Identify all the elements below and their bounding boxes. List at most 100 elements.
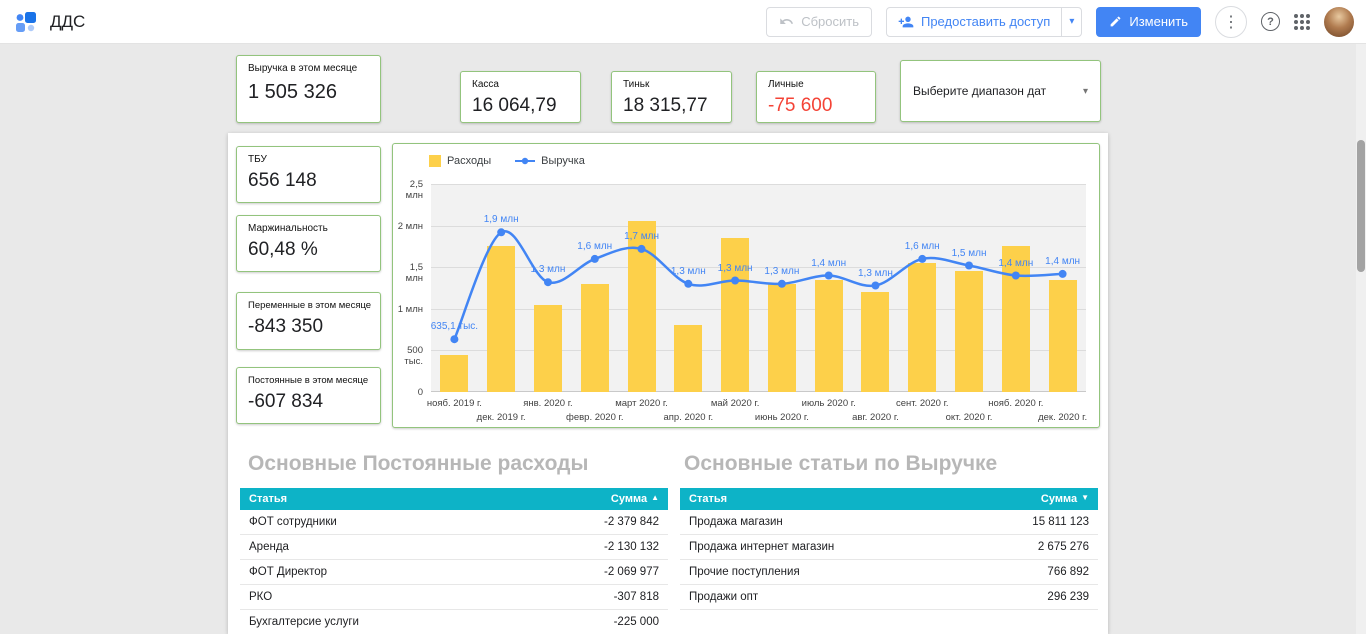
y-tick-label: 500 тыс. — [404, 345, 423, 368]
row-sum: 296 239 — [1047, 591, 1089, 603]
row-article: ФОТ Директор — [249, 566, 328, 578]
x-tick-label: май 2020 г. — [710, 398, 760, 409]
revenue-line — [450, 228, 1067, 344]
table-row: Бухгалтерсие услуги -225 000 — [240, 610, 668, 634]
edit-button[interactable]: Изменить — [1096, 6, 1201, 37]
row-article: Продажи опт — [689, 591, 759, 603]
person-add-icon — [898, 14, 914, 30]
table-row: Аренда -2 130 132 — [240, 535, 668, 560]
date-range-label: Выберите диапазон дат — [913, 84, 1047, 98]
y-tick-label: 0 — [417, 387, 423, 398]
combo-chart-card: Расходы Выручка 0 500 тыс. 1 млн 1,5 млн 2 м… — [392, 143, 1100, 428]
kpi-value: 18 315,77 — [623, 95, 708, 116]
kpi-value: -607 834 — [248, 391, 324, 412]
kpi-card-revenue-month: Выручка в этом месяце 1 505 326 — [236, 55, 381, 123]
kpi-label: Личные — [768, 79, 804, 90]
fixed-expenses-table: Статья Сумма ▲ ФОТ сотрудники -2 379 842 Ар… — [240, 488, 668, 634]
x-tick-label: нояб. 2019 г. — [426, 398, 482, 409]
scrollbar-track[interactable] — [1356, 44, 1366, 634]
line-point-label: 1,4 млн — [998, 257, 1034, 269]
table-row: Продажа интернет магазин 2 675 276 — [680, 535, 1098, 560]
y-tick-label: 2 млн — [397, 220, 423, 232]
line-swatch-icon — [515, 157, 536, 165]
column-header-sum[interactable]: Сумма ▼ — [1041, 493, 1089, 505]
line-point-label: 1,3 млн — [530, 264, 566, 276]
kpi-card-tinkoff: Тиньк 18 315,77 — [611, 71, 732, 123]
section-title-revenue-items: Основные статьи по Выручке — [684, 452, 998, 475]
x-tick-label: февр. 2020 г. — [566, 412, 624, 423]
reset-button[interactable]: Сбросить — [766, 6, 872, 37]
line-point — [450, 335, 459, 344]
table-header[interactable]: Статья Сумма ▲ — [240, 488, 668, 510]
share-dropdown-caret[interactable]: ▾ — [1061, 7, 1081, 36]
y-tick-label: 1 млн — [397, 303, 423, 315]
kpi-value: 1 505 326 — [248, 81, 337, 103]
chevron-down-icon: ▾ — [1082, 85, 1088, 97]
table-body: Продажа магазин 15 811 123 Продажа интерне… — [680, 510, 1098, 610]
line-point — [965, 261, 973, 270]
row-sum: -225 000 — [613, 616, 659, 628]
line-point-label: 1,3 млн — [857, 267, 893, 279]
line-point — [544, 278, 552, 287]
kpi-label: Выручка в этом месяце — [248, 63, 358, 74]
line-point — [918, 254, 927, 263]
kpi-label: Переменные в этом месяце — [248, 300, 372, 311]
column-header-sum[interactable]: Сумма ▲ — [611, 493, 659, 505]
scrollbar-thumb[interactable] — [1357, 140, 1365, 272]
y-axis: 0 500 тыс. 1 млн 1,5 млн 2 млн 2,5 млн — [393, 144, 427, 429]
google-apps-icon[interactable] — [1294, 13, 1310, 30]
row-article: Продажа интернет магазин — [689, 541, 835, 553]
revenue-items-table: Статья Сумма ▼ Продажа магазин 15 811 123 П… — [680, 488, 1098, 610]
column-header-article: Статья — [249, 493, 288, 505]
kpi-card-marginality: Маржинальность 60,48 % — [236, 215, 381, 272]
avatar[interactable] — [1324, 6, 1354, 37]
table-row: ФОТ сотрудники -2 379 842 — [240, 510, 668, 535]
x-tick-label: авг. 2020 г. — [852, 412, 899, 423]
row-article: Продажа магазин — [689, 516, 783, 528]
kpi-label: Тиньк — [623, 79, 650, 90]
table-row: ФОТ Директор -2 069 977 — [240, 560, 668, 585]
help-icon[interactable]: ? — [1261, 12, 1280, 31]
datastudio-logo — [14, 10, 38, 34]
y-tick-label: 2,5 млн — [405, 179, 423, 201]
line-point — [684, 279, 693, 288]
undo-icon — [779, 14, 794, 29]
share-button[interactable]: Предоставить доступ — [887, 8, 1061, 36]
legend-item-revenue: Выручка — [515, 155, 585, 167]
line-point-label: 1,5 млн — [951, 247, 987, 259]
line-point-label: 1,4 млн — [811, 257, 847, 269]
row-sum: -2 130 132 — [604, 541, 659, 553]
row-article: Бухгалтерсие услуги — [249, 616, 359, 628]
line-point-label: 1,3 млн — [717, 262, 753, 274]
pencil-icon — [1109, 15, 1122, 28]
more-options-button[interactable]: ⋮ — [1215, 5, 1247, 38]
kpi-card-variable-expenses: Переменные в этом месяце -843 350 — [236, 292, 381, 350]
kpi-label: ТБУ — [248, 154, 267, 165]
row-sum: 766 892 — [1047, 566, 1089, 578]
row-article: РКО — [249, 591, 273, 603]
x-tick-label: янв. 2020 г. — [523, 398, 573, 409]
x-tick-label: июнь 2020 г. — [754, 412, 809, 423]
table-header[interactable]: Статья Сумма ▼ — [680, 488, 1098, 510]
kpi-card-tbu: ТБУ 656 148 — [236, 146, 381, 203]
x-tick-label: апр. 2020 г. — [663, 412, 714, 423]
sort-desc-icon: ▼ — [1081, 493, 1089, 502]
line-point — [637, 244, 646, 253]
kpi-label: Маржинальность — [248, 223, 328, 234]
share-button-group: Предоставить доступ ▾ — [885, 6, 1083, 37]
row-sum: 15 811 123 — [1032, 516, 1089, 528]
line-point-label: 1,6 млн — [577, 240, 613, 252]
x-tick-label: дек. 2020 г. — [1038, 412, 1088, 423]
kpi-value: 16 064,79 — [472, 95, 557, 116]
date-range-picker[interactable]: Выберите диапазон дат ▾ — [900, 60, 1101, 122]
line-point-label: 1,3 млн — [670, 265, 706, 277]
table-row: РКО -307 818 — [240, 585, 668, 610]
line-point — [824, 271, 833, 280]
row-sum: -2 069 977 — [604, 566, 659, 578]
x-tick-label: нояб. 2020 г. — [988, 398, 1044, 409]
row-article: ФОТ сотрудники — [249, 516, 337, 528]
kpi-card-personal: Личные -75 600 — [756, 71, 876, 123]
row-article: Прочие поступления — [689, 566, 800, 578]
table-row: Продажи опт 296 239 — [680, 585, 1098, 610]
line-point — [590, 254, 599, 263]
